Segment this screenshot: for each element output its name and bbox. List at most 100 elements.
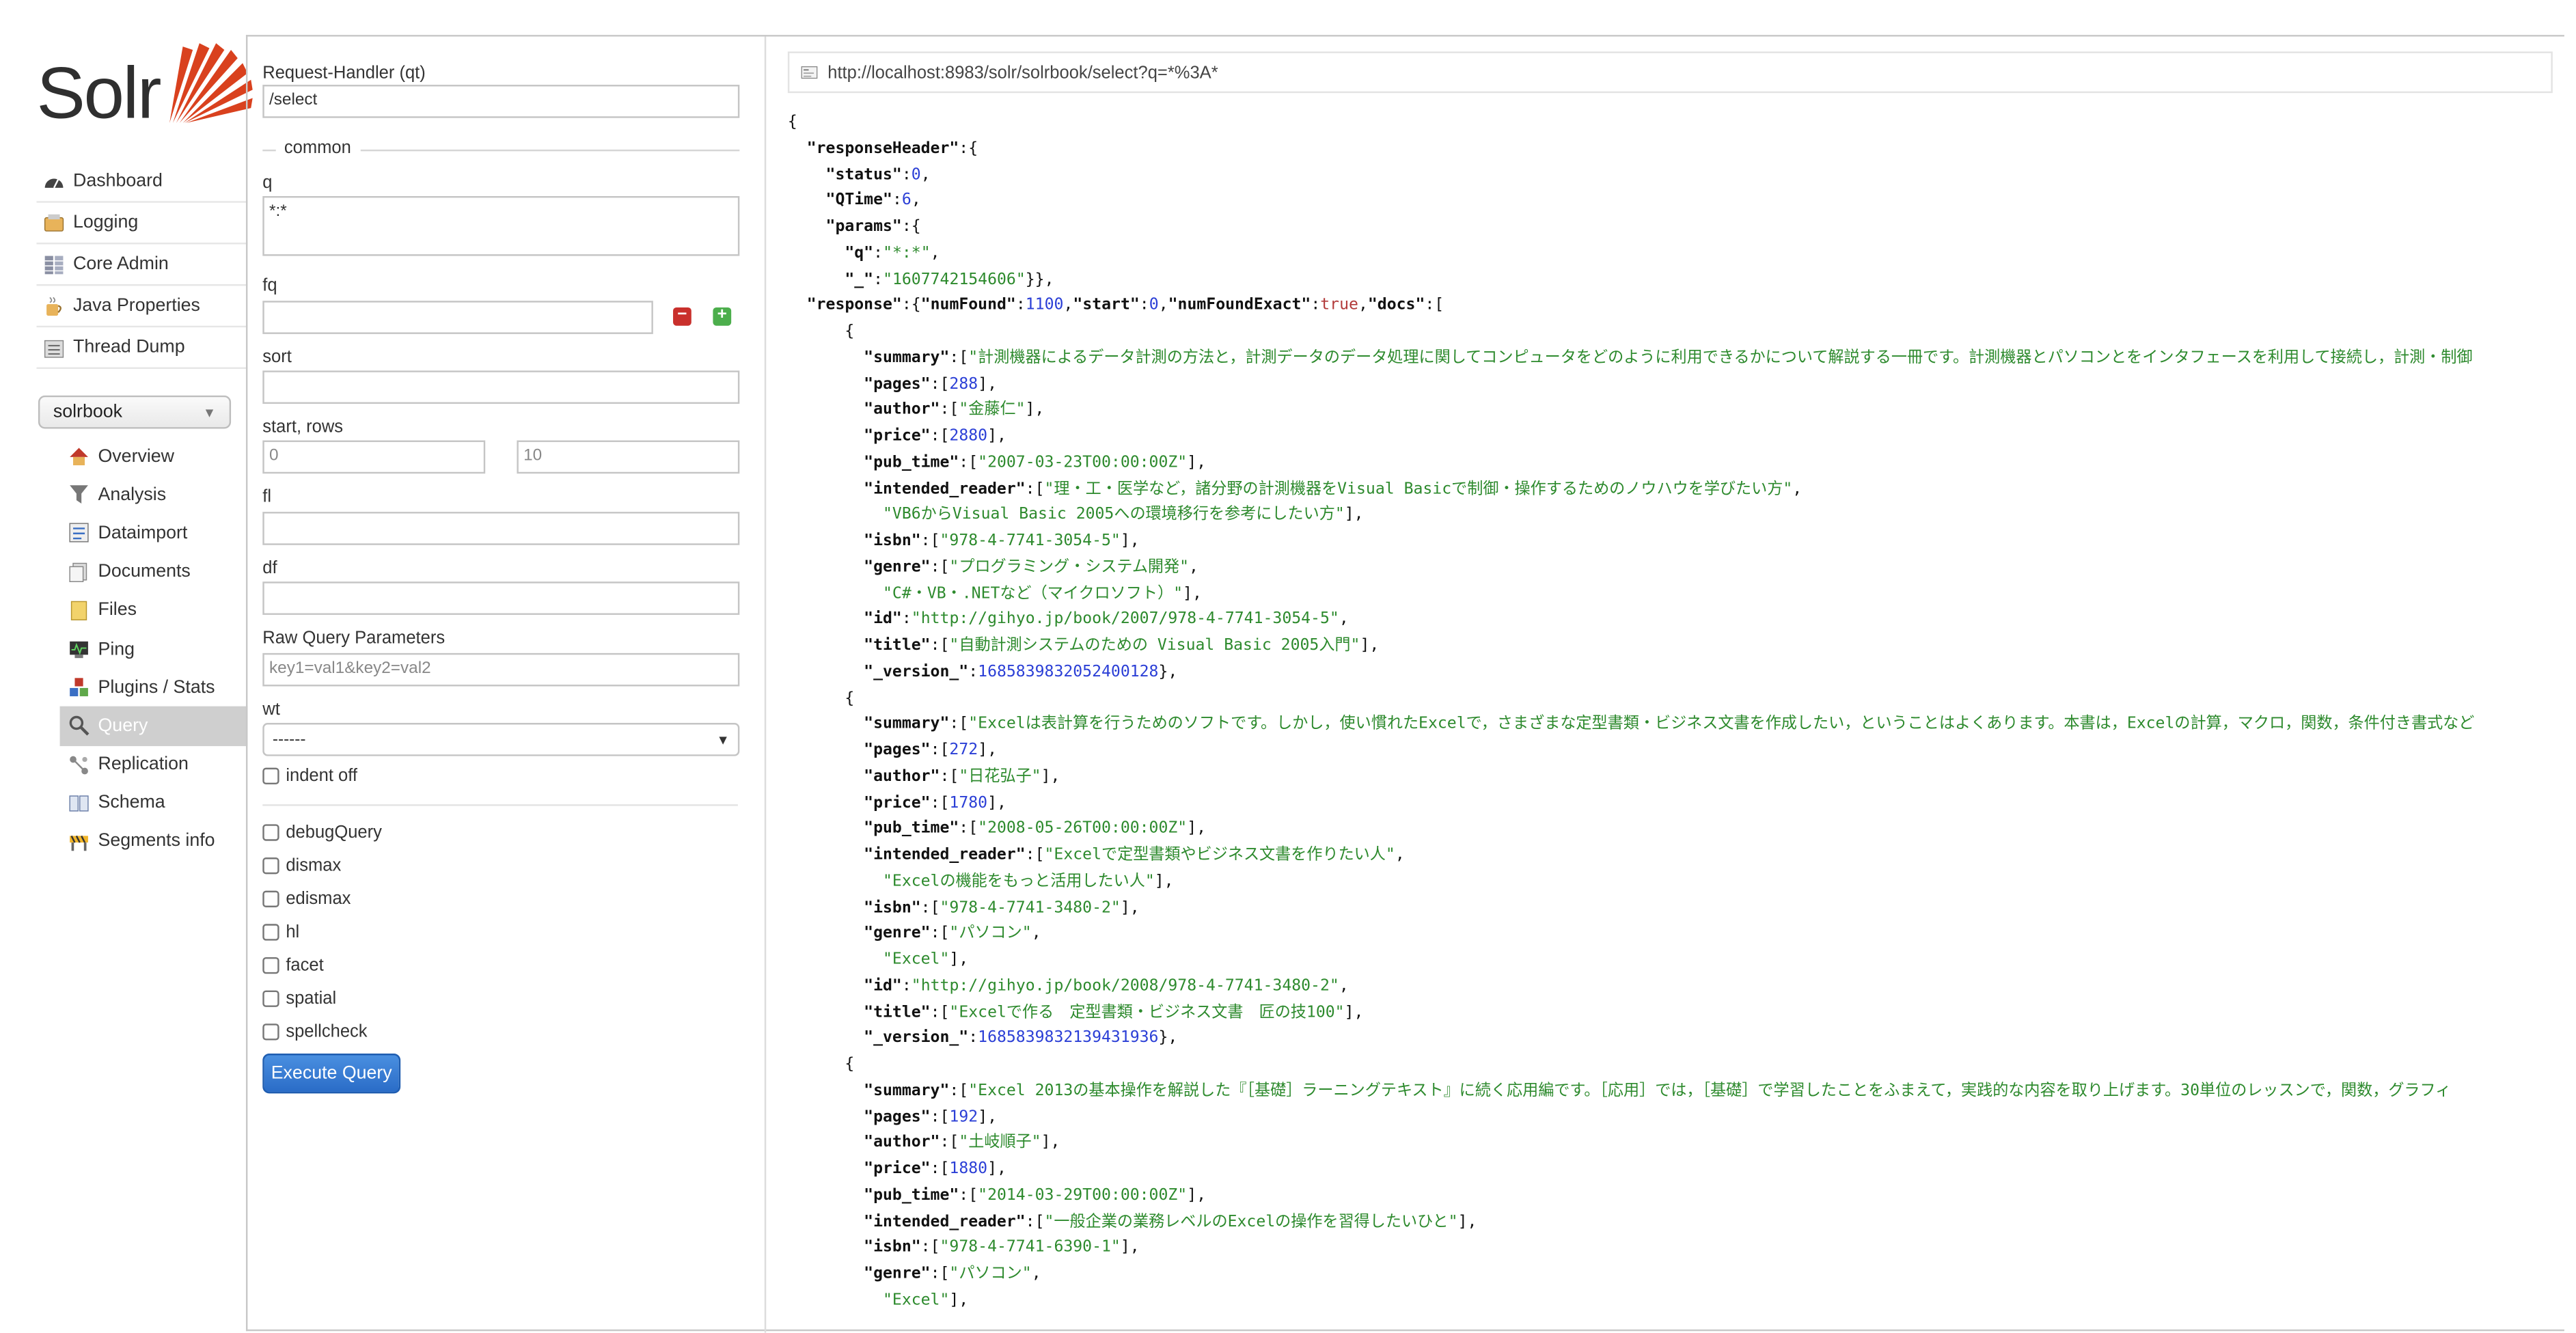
request-handler-input[interactable]: /select — [262, 85, 740, 118]
core-nav-ping-label: Ping — [98, 639, 135, 659]
json-line: { — [788, 1052, 2553, 1078]
json-token: }, — [1158, 1029, 1178, 1047]
json-token: :{ — [901, 217, 921, 236]
json-token: "id" — [864, 610, 902, 629]
json-line: "summary":["計測機器によるデータ計測の方法と，計測データのデータ処理… — [788, 345, 2553, 371]
fq-input[interactable] — [262, 301, 653, 334]
core-nav-plugins-stats[interactable]: Plugins / Stats — [60, 668, 248, 706]
df-input[interactable] — [262, 581, 740, 615]
q-textarea[interactable]: *:* — [262, 195, 740, 256]
sort-input[interactable] — [262, 370, 740, 404]
json-token: "responseHeader" — [806, 139, 959, 158]
json-token: :[ — [920, 532, 940, 551]
indent-off-checkbox[interactable]: indent off — [262, 766, 357, 786]
plugins-blocks-icon — [70, 678, 88, 697]
json-token: , — [1031, 1264, 1041, 1283]
core-nav-ping[interactable]: Ping — [60, 630, 248, 668]
edismax-checkbox[interactable]: edismax — [262, 889, 351, 909]
json-token: :[ — [940, 767, 959, 786]
dismax-checkbox[interactable]: dismax — [262, 856, 341, 876]
wt-select[interactable]: ------ ▼ — [262, 723, 740, 756]
nav-core-admin[interactable]: Core Admin — [36, 245, 248, 286]
core-nav-query-label: Query — [98, 716, 148, 737]
json-token: ], — [1457, 1212, 1477, 1231]
left-menu: Solr Dashboard Logging Core Admin Java P… — [0, 0, 253, 1321]
json-token: "price" — [864, 793, 931, 812]
json-token: ], — [1120, 532, 1140, 551]
core-nav-replication[interactable]: Replication — [60, 745, 248, 784]
nav-logging[interactable]: Logging — [36, 203, 248, 245]
core-nav-plugins-stats-label: Plugins / Stats — [98, 677, 215, 698]
core-nav-schema[interactable]: Schema — [60, 784, 248, 822]
nav-core-admin-label: Core Admin — [73, 254, 169, 275]
json-token: :[ — [920, 1238, 940, 1257]
json-token: "pages" — [864, 1108, 931, 1126]
fl-input[interactable] — [262, 512, 740, 545]
json-token: "978-4-7741-3054-5" — [940, 532, 1121, 551]
core-nav-documents[interactable]: Documents — [60, 553, 248, 591]
json-line: "params":{ — [788, 215, 2553, 241]
json-token: : — [901, 165, 912, 184]
json-token: 288 — [949, 374, 978, 394]
core-nav-analysis[interactable]: Analysis — [60, 476, 248, 514]
core-nav-dataimport[interactable]: Dataimport — [60, 514, 248, 552]
json-token: , — [1792, 479, 1803, 498]
core-nav-files[interactable]: Files — [60, 591, 248, 629]
json-token: }, — [1158, 662, 1178, 681]
request-url-bar[interactable]: http://localhost:8983/solr/solrbook/sele… — [787, 51, 2553, 94]
json-line: "Excelの機能をもっと活用したい人"], — [788, 868, 2553, 894]
json-token: , — [1339, 976, 1349, 995]
add-fq-icon[interactable]: + — [713, 307, 732, 326]
json-line: "Excel"], — [788, 1287, 2553, 1313]
spellcheck-label: spellcheck — [286, 1021, 368, 1042]
nav-java-properties[interactable]: Java Properties — [36, 286, 248, 328]
json-token: :[ — [930, 741, 950, 760]
debugquery-checkbox[interactable]: debugQuery — [262, 823, 382, 842]
raw-params-input[interactable]: key1=val1&key2=val2 — [262, 652, 740, 687]
remove-fq-icon[interactable]: − — [673, 307, 691, 326]
facet-checkbox[interactable]: facet — [262, 956, 324, 976]
start-input[interactable]: 0 — [262, 440, 486, 474]
core-nav-files-label: Files — [98, 600, 137, 621]
json-token: { — [787, 689, 855, 707]
nav-dashboard[interactable]: Dashboard — [36, 161, 248, 203]
json-token: :[ — [930, 1159, 950, 1179]
app-window: Solr Dashboard Logging Core Admin Java P… — [0, 0, 2576, 1333]
json-token: :[ — [930, 374, 950, 394]
core-nav-query[interactable]: Query — [59, 706, 248, 745]
rows-input[interactable]: 10 — [517, 440, 740, 474]
spellcheck-checkbox[interactable]: spellcheck — [262, 1021, 368, 1042]
json-token: "intended_reader" — [864, 845, 1026, 864]
core-nav-overview[interactable]: Overview — [60, 437, 248, 476]
nav-thread-dump[interactable]: Thread Dump — [36, 327, 248, 369]
core-nav-dataimport-label: Dataimport — [98, 523, 188, 544]
solr-logo[interactable]: Solr — [37, 30, 253, 135]
core-nav-segments-info[interactable]: Segments info — [60, 823, 248, 861]
files-icon — [70, 601, 87, 620]
core-selector[interactable]: solrbook ▼ — [38, 395, 232, 429]
hl-checkbox[interactable]: hl — [262, 922, 299, 942]
spatial-checkbox[interactable]: spatial — [262, 989, 336, 1008]
execute-query-button[interactable]: Execute Query — [262, 1054, 401, 1094]
logging-icon — [44, 213, 64, 231]
json-token: "2014-03-29T00:00:00Z" — [978, 1185, 1188, 1205]
json-token: "978-4-7741-3480-2" — [940, 898, 1121, 917]
json-token: :[ — [1025, 1212, 1045, 1231]
